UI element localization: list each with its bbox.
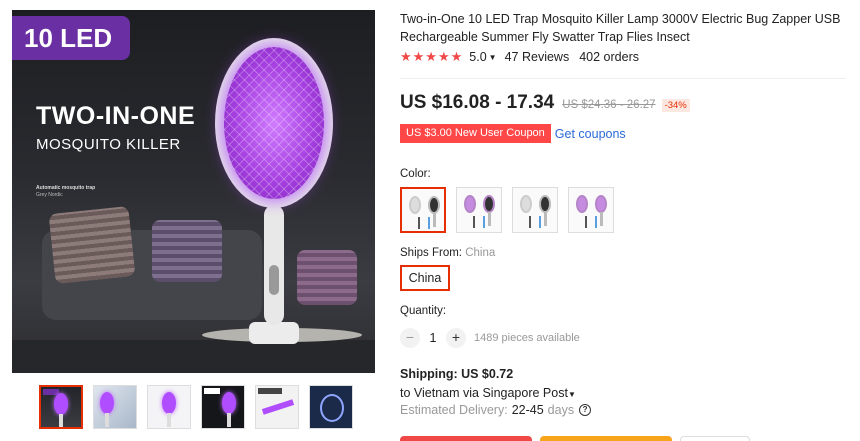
star-rating-icon: ★★★★★ xyxy=(400,49,464,64)
color-option[interactable] xyxy=(456,187,502,233)
image-floor xyxy=(12,340,375,373)
help-icon[interactable]: ? xyxy=(579,404,592,416)
quantity-label: Quantity: xyxy=(400,305,447,317)
coupon-row: US $3.00 New User Coupon Get coupons xyxy=(400,124,626,143)
rating-row: ★★★★★ 5.0 ▼ 47 Reviews 402 orders xyxy=(400,49,639,65)
color-label: Color: xyxy=(400,168,431,180)
estimated-delivery: Estimated Delivery: 22-45 days ? xyxy=(400,403,592,417)
buy-now-button[interactable] xyxy=(400,436,532,441)
color-option[interactable] xyxy=(400,187,446,233)
color-swatches xyxy=(400,187,614,233)
ships-from-text: Ships From: xyxy=(400,247,462,259)
quantity-input[interactable]: 1 xyxy=(420,331,446,345)
shipping-destination-text: to Vietnam via Singapore Post xyxy=(400,386,568,400)
rating-value[interactable]: 5.0 xyxy=(469,50,486,64)
image-subline: MOSQUITO KILLER xyxy=(36,136,181,153)
decrease-quantity-button[interactable]: − xyxy=(400,328,420,348)
ships-from-china-button[interactable]: China xyxy=(400,265,450,291)
main-product-image[interactable]: 10 LED TWO-IN-ONE MOSQUITO KILLER Automa… xyxy=(12,10,375,373)
divider xyxy=(400,78,846,79)
discount-badge: -34% xyxy=(661,99,690,112)
thumbnail-strip xyxy=(39,385,353,429)
racket-head xyxy=(215,38,333,208)
thumbnail[interactable] xyxy=(147,385,191,429)
led-badge: 10 LED xyxy=(12,16,130,60)
thumbnail[interactable] xyxy=(309,385,353,429)
chevron-down-icon[interactable]: ▼ xyxy=(489,53,497,62)
increase-quantity-button[interactable]: + xyxy=(446,328,466,348)
delivery-label: Estimated Delivery: xyxy=(400,403,508,417)
color-option[interactable] xyxy=(512,187,558,233)
product-title: Two-in-One 10 LED Trap Mosquito Killer L… xyxy=(400,12,841,44)
pieces-available: 1489 pieces available xyxy=(474,332,580,344)
wishlist-button[interactable] xyxy=(680,436,750,441)
reviews-link[interactable]: 47 Reviews xyxy=(505,50,570,64)
image-small-text: Automatic mosquito trap xyxy=(36,185,96,191)
chevron-down-icon: ▼ xyxy=(567,390,576,399)
shipping-cost: Shipping: US $0.72 xyxy=(400,367,514,381)
color-option[interactable] xyxy=(568,187,614,233)
racket-base xyxy=(249,322,299,344)
thumbnail[interactable] xyxy=(39,385,83,429)
thumbnail[interactable] xyxy=(255,385,299,429)
ships-from-label: Ships From: China xyxy=(400,247,495,259)
image-pillow xyxy=(48,206,136,284)
ships-from-value: China xyxy=(465,247,496,259)
image-pillow xyxy=(152,220,222,282)
original-price: US $24.36 - 26.27 xyxy=(562,99,656,111)
new-user-coupon-badge: US $3.00 New User Coupon xyxy=(400,124,551,143)
current-price: US $16.08 - 17.34 xyxy=(400,92,555,113)
thumbnail[interactable] xyxy=(93,385,137,429)
image-small-text: Grey Nordic xyxy=(36,192,63,198)
shipping-destination[interactable]: to Vietnam via Singapore Post▼ xyxy=(400,386,576,400)
get-coupons-link[interactable]: Get coupons xyxy=(555,127,626,141)
racket-button xyxy=(269,265,279,295)
orders-count: 402 orders xyxy=(579,50,639,64)
add-to-cart-button[interactable] xyxy=(540,436,672,441)
image-headline: TWO-IN-ONE xyxy=(36,102,196,130)
days-suffix: days xyxy=(547,403,575,417)
image-pillow xyxy=(297,250,357,305)
thumbnail[interactable] xyxy=(201,385,245,429)
delivery-days: 22-45 xyxy=(511,403,544,417)
quantity-stepper: − 1 + 1489 pieces available xyxy=(400,328,580,348)
price-row: US $16.08 - 17.34 US $24.36 - 26.27 -34% xyxy=(400,92,690,114)
